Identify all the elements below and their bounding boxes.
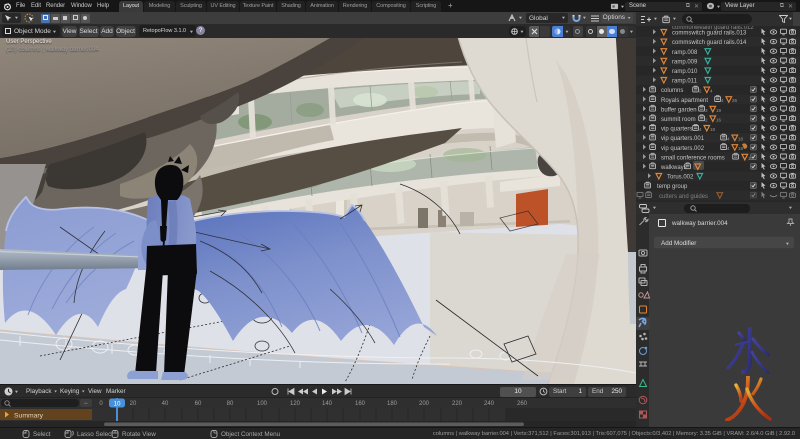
svg-text:vip quarters: vip quarters bbox=[661, 127, 692, 133]
svg-text:buffer garden: buffer garden bbox=[661, 107, 697, 113]
svg-text:20: 20 bbox=[130, 401, 137, 407]
svg-text:Torus.002: Torus.002 bbox=[667, 175, 694, 181]
svg-text:small conference rooms: small conference rooms bbox=[661, 155, 725, 161]
svg-text:vip quarters.002: vip quarters.002 bbox=[661, 146, 705, 152]
svg-text:120: 120 bbox=[290, 401, 301, 407]
svg-text:18: 18 bbox=[738, 146, 744, 151]
svg-text:cutters and guides: cutters and guides bbox=[659, 194, 708, 200]
svg-text:Summary: Summary bbox=[14, 413, 44, 420]
svg-text:ramp.010: ramp.010 bbox=[672, 69, 698, 75]
svg-text:140: 140 bbox=[322, 401, 333, 407]
svg-text:ramp.011: ramp.011 bbox=[672, 79, 698, 85]
svg-text:temp group: temp group bbox=[657, 184, 688, 190]
svg-text:19: 19 bbox=[716, 108, 722, 113]
svg-text:vip quarters.001: vip quarters.001 bbox=[661, 136, 705, 142]
svg-text:Royals apartment: Royals apartment bbox=[661, 98, 708, 104]
svg-text:commswitch guard rails.013: commswitch guard rails.013 bbox=[672, 31, 747, 37]
svg-text:220: 220 bbox=[452, 401, 463, 407]
svg-text:240: 240 bbox=[484, 401, 495, 407]
svg-text:26: 26 bbox=[732, 98, 738, 103]
svg-text:18: 18 bbox=[710, 127, 716, 132]
svg-text:40: 40 bbox=[162, 401, 169, 407]
svg-text:260: 260 bbox=[517, 401, 528, 407]
svg-text:ramp.009: ramp.009 bbox=[672, 59, 698, 65]
svg-text:columns: columns bbox=[661, 88, 683, 94]
svg-text:summit room: summit room bbox=[661, 117, 696, 123]
svg-text:commswitch guard rails.014: commswitch guard rails.014 bbox=[672, 40, 747, 46]
svg-text:200: 200 bbox=[419, 401, 430, 407]
svg-text:ramp.008: ramp.008 bbox=[672, 50, 698, 56]
svg-text:18: 18 bbox=[738, 137, 744, 142]
svg-text:walkways: walkways bbox=[660, 165, 687, 171]
svg-text:100: 100 bbox=[257, 401, 268, 407]
svg-text:10: 10 bbox=[113, 401, 121, 408]
svg-text:180: 180 bbox=[387, 401, 398, 407]
svg-text:16: 16 bbox=[716, 117, 722, 122]
svg-text:60: 60 bbox=[195, 401, 202, 407]
svg-text:80: 80 bbox=[227, 401, 234, 407]
svg-text:160: 160 bbox=[355, 401, 366, 407]
